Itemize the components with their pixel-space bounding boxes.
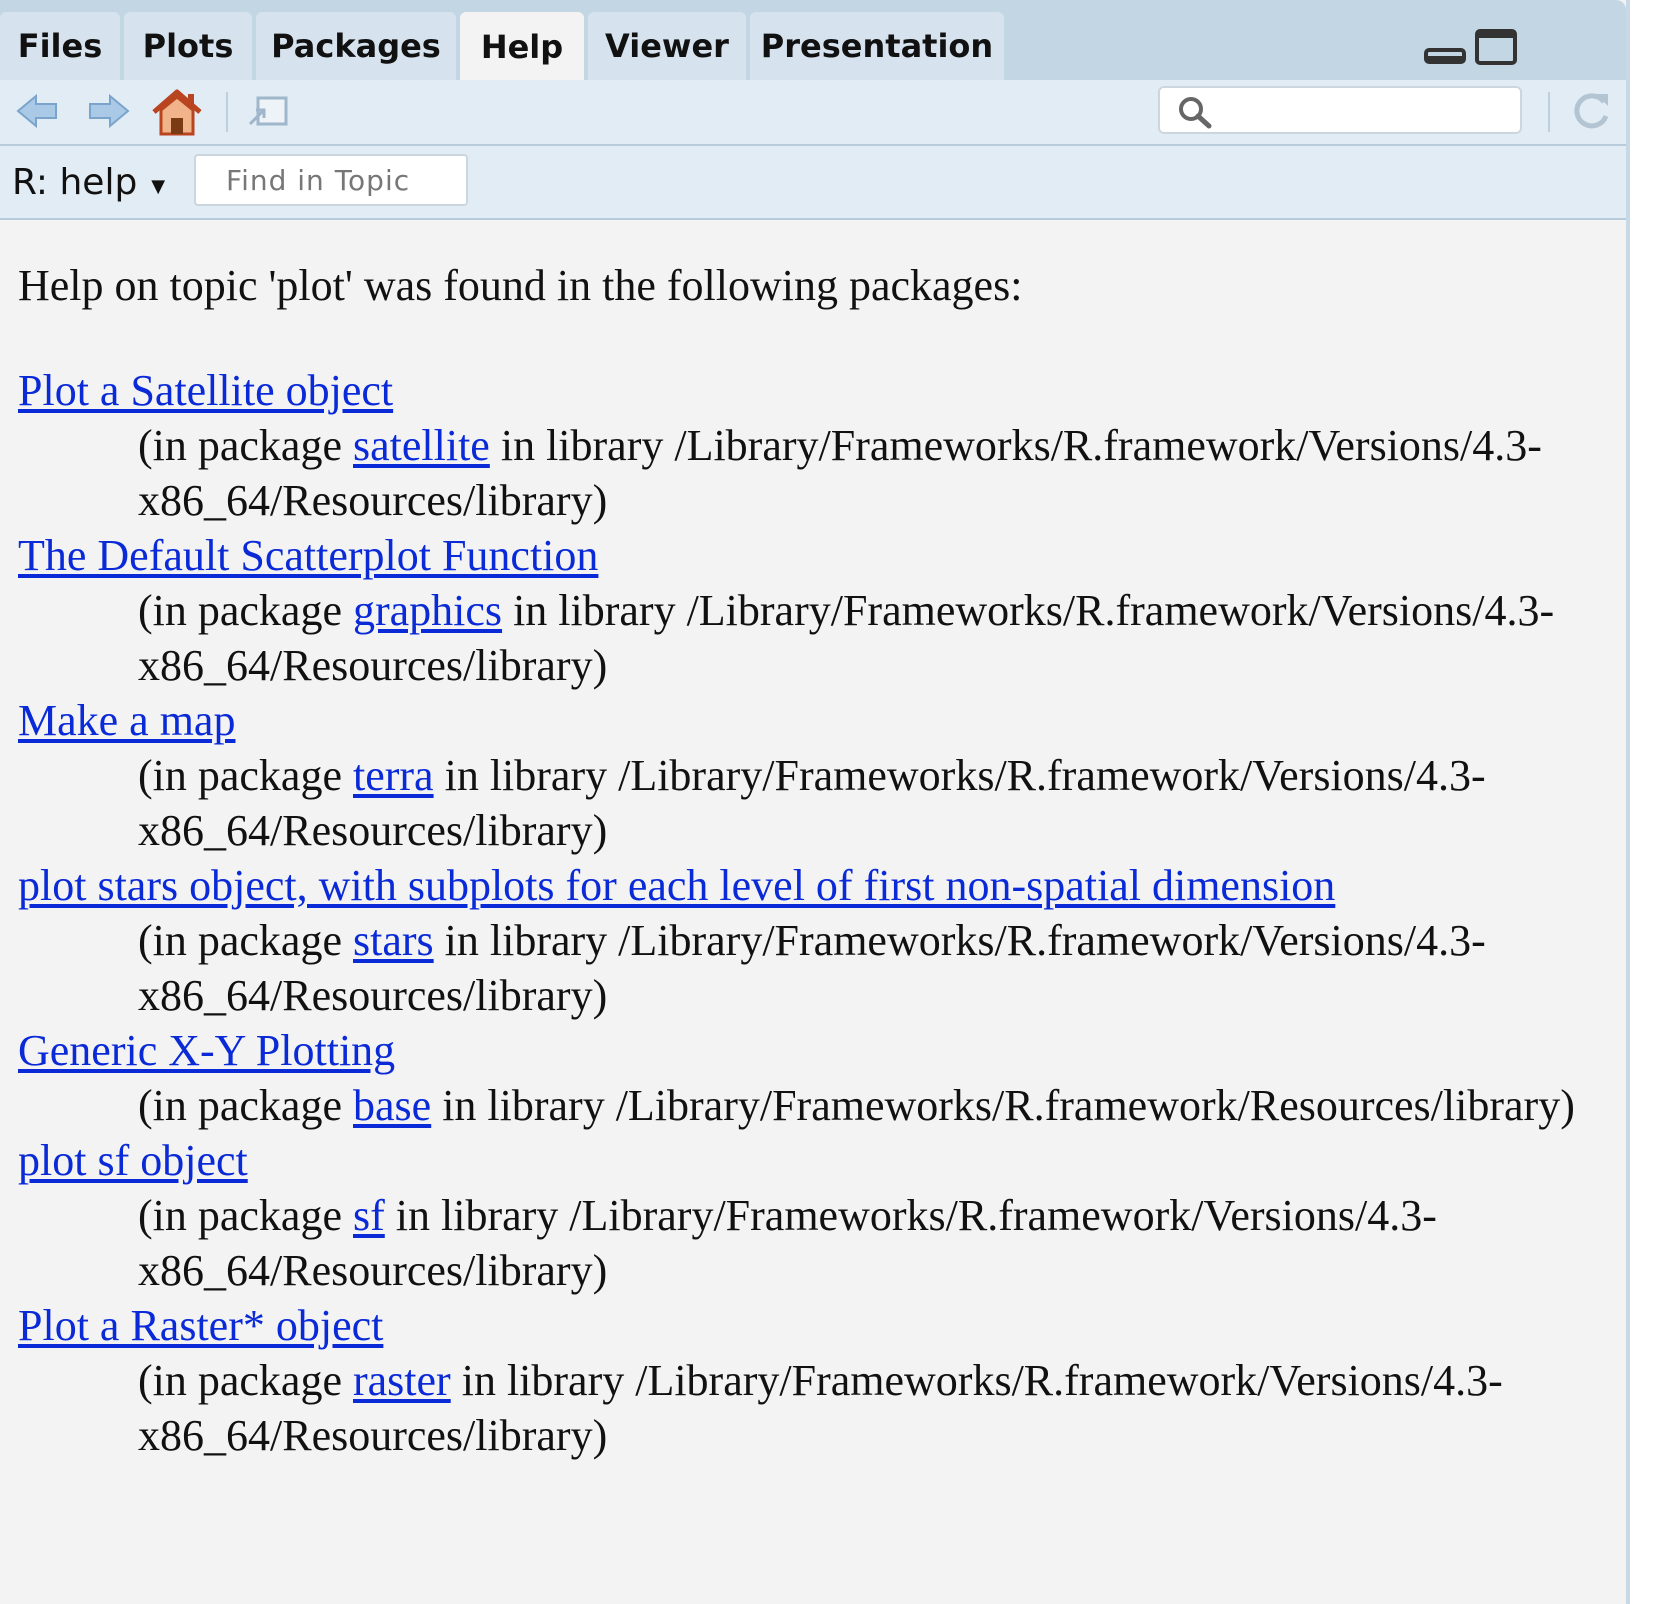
list-item: Plot a Raster* object (in package raster … <box>18 1298 1618 1463</box>
refresh-icon[interactable] <box>1568 88 1614 134</box>
help-topic-link[interactable]: Plot a Satellite object <box>18 366 393 415</box>
package-prefix-text: (in package <box>138 1191 353 1240</box>
package-info: (in package graphics in library /Library… <box>18 583 1618 693</box>
package-prefix-text: (in package <box>138 1356 353 1405</box>
maximize-icon[interactable] <box>1474 28 1520 68</box>
package-prefix-text: (in package <box>138 421 353 470</box>
tab-plots[interactable]: Plots <box>124 12 252 80</box>
help-toolbar <box>0 80 1626 146</box>
list-item: Make a map (in package terra in library /… <box>18 693 1618 858</box>
tab-presentation[interactable]: Presentation <box>750 12 1004 80</box>
help-topic-link[interactable]: The Default Scatterplot Function <box>18 531 598 580</box>
help-topic-entry: Plot a Raster* object <box>18 1298 1618 1353</box>
package-info: (in package raster in library /Library/F… <box>18 1353 1618 1463</box>
tab-packages[interactable]: Packages <box>256 12 456 80</box>
topic-bar: R: help ▼ <box>0 146 1626 220</box>
library-path-text: in library /Library/Frameworks/R.framewo… <box>431 1081 1575 1130</box>
help-topic-link[interactable]: Plot a Raster* object <box>18 1301 383 1350</box>
tab-bar: Files Plots Packages Help Viewer Present… <box>0 0 1626 82</box>
help-topic-link[interactable]: plot stars object, with subplots for eac… <box>18 861 1335 910</box>
help-search-input[interactable] <box>1220 92 1514 130</box>
package-link[interactable]: graphics <box>353 586 502 635</box>
tab-files[interactable]: Files <box>0 12 120 80</box>
package-link[interactable]: terra <box>353 751 434 800</box>
help-topic-entry: Generic X-Y Plotting <box>18 1023 1618 1078</box>
chevron-down-icon: ▼ <box>151 175 166 197</box>
list-item: Plot a Satellite object (in package satel… <box>18 363 1618 528</box>
help-topic-entry: The Default Scatterplot Function <box>18 528 1618 583</box>
help-intro-text: Help on topic 'plot' was found in the fo… <box>18 261 1023 310</box>
topic-history-dropdown[interactable]: R: help ▼ <box>12 158 165 206</box>
package-link[interactable]: satellite <box>353 421 490 470</box>
package-prefix-text: (in package <box>138 751 353 800</box>
package-prefix-text: (in package <box>138 1081 353 1130</box>
help-topic-entry: plot sf object <box>18 1133 1618 1188</box>
home-icon[interactable] <box>150 88 204 138</box>
forward-arrow-icon[interactable] <box>86 88 132 134</box>
help-topic-entry: Make a map <box>18 693 1618 748</box>
minimize-icon[interactable] <box>1424 40 1468 66</box>
list-item: The Default Scatterplot Function (in pack… <box>18 528 1618 693</box>
package-link[interactable]: sf <box>353 1191 385 1240</box>
package-info: (in package sf in library /Library/Frame… <box>18 1188 1618 1298</box>
toolbar-separator <box>1548 92 1550 132</box>
tab-viewer[interactable]: Viewer <box>588 12 746 80</box>
package-link[interactable]: raster <box>353 1356 451 1405</box>
list-item: plot stars object, with subplots for eac… <box>18 858 1618 1023</box>
help-pane: Files Plots Packages Help Viewer Present… <box>0 0 1630 1604</box>
search-icon <box>1179 97 1212 129</box>
package-info: (in package stars in library /Library/Fr… <box>18 913 1618 1023</box>
find-in-topic-input[interactable] <box>194 154 468 206</box>
help-topic-link[interactable]: Make a map <box>18 696 235 745</box>
help-results-list: Plot a Satellite object (in package satel… <box>18 363 1618 1463</box>
list-item: Generic X-Y Plotting (in package base in … <box>18 1023 1618 1133</box>
list-item: plot sf object (in package sf in library … <box>18 1133 1618 1298</box>
package-info: (in package satellite in library /Librar… <box>18 418 1618 528</box>
package-info: (in package base in library /Library/Fra… <box>18 1078 1618 1133</box>
help-topic-link[interactable]: plot sf object <box>18 1136 248 1185</box>
topic-selector-label: R: help <box>12 161 138 203</box>
help-topic-entry: Plot a Satellite object <box>18 363 1618 418</box>
help-search-box[interactable] <box>1158 86 1522 134</box>
help-content: Help on topic 'plot' was found in the fo… <box>18 258 1618 1463</box>
tab-help[interactable]: Help <box>460 12 584 82</box>
back-arrow-icon[interactable] <box>14 88 60 134</box>
package-link[interactable]: stars <box>353 916 434 965</box>
package-info: (in package terra in library /Library/Fr… <box>18 748 1618 858</box>
help-topic-link[interactable]: Generic X-Y Plotting <box>18 1026 395 1075</box>
popout-window-icon[interactable] <box>244 88 292 134</box>
package-link[interactable]: base <box>353 1081 431 1130</box>
package-prefix-text: (in package <box>138 916 353 965</box>
help-topic-entry: plot stars object, with subplots for eac… <box>18 858 1618 913</box>
package-prefix-text: (in package <box>138 586 353 635</box>
toolbar-separator <box>226 92 228 132</box>
